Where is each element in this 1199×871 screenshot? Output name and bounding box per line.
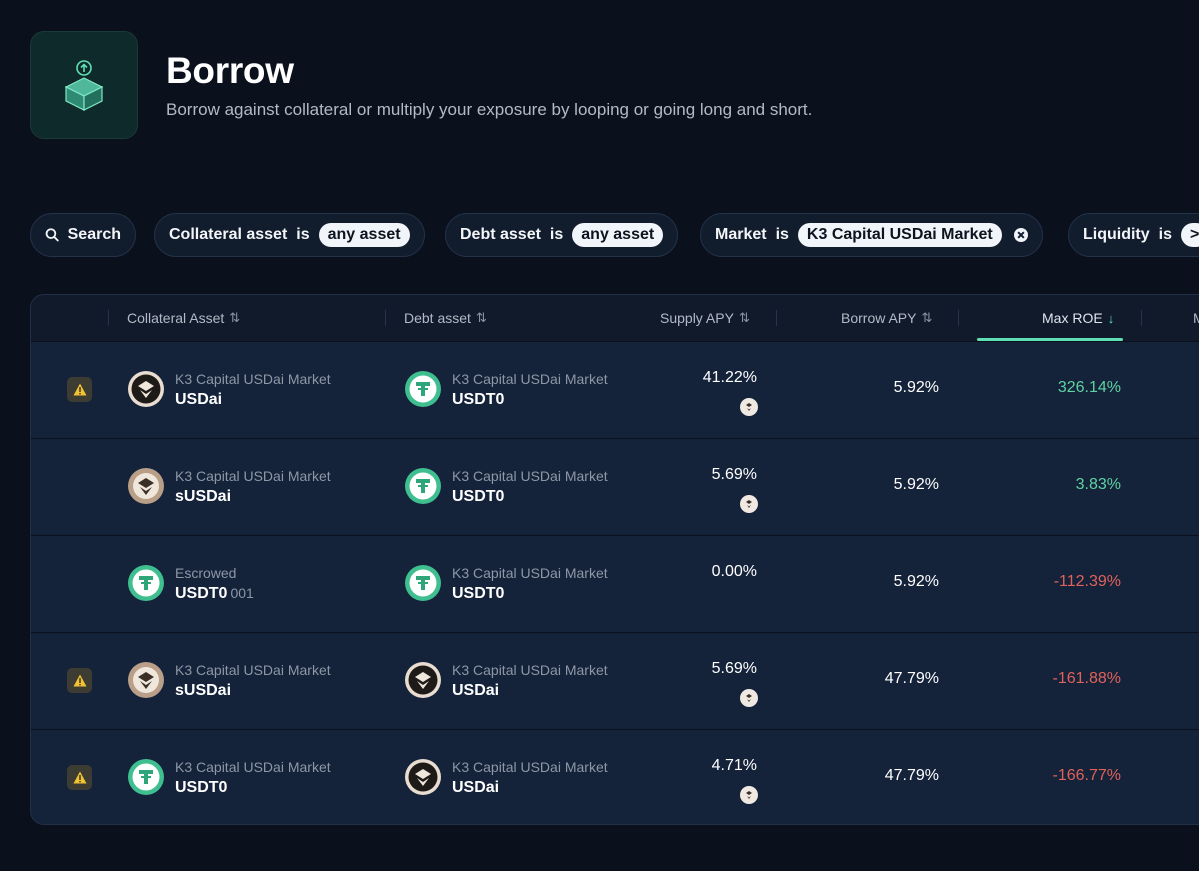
usdt0-icon — [128, 759, 164, 795]
column-next[interactable]: M — [1193, 295, 1199, 341]
max-roe: -112.39% — [1053, 573, 1121, 590]
collateral-market: K3 Capital USDai Market — [175, 662, 331, 678]
reward-token-icon[interactable] — [740, 786, 758, 804]
usdt0-icon — [405, 371, 441, 407]
borrow-page: Borrow Borrow against collateral or mult… — [0, 0, 1199, 871]
filter-operator: is — [549, 226, 564, 243]
sort-desc-icon: ↓ — [1107, 310, 1115, 326]
usdai-icon — [405, 662, 441, 698]
filter-operator: is — [1158, 226, 1172, 243]
borrow-apy: 5.92% — [893, 573, 939, 590]
sort-icon: ⇅ — [921, 310, 933, 325]
filter-value: > — [1181, 223, 1199, 247]
liquidity-filter[interactable]: Liquidity is > — [1068, 213, 1199, 257]
collateral-suffix: 001 — [230, 585, 254, 601]
filter-bar: Search Collateral asset is any asset Deb… — [30, 213, 1199, 257]
debt-market: K3 Capital USDai Market — [452, 371, 608, 387]
borrow-box-icon — [30, 31, 138, 139]
max-roe: -161.88% — [1052, 670, 1122, 687]
max-roe: 326.14% — [1057, 379, 1121, 396]
warning-icon[interactable] — [67, 765, 92, 790]
usdai-icon — [128, 371, 164, 407]
warning-icon[interactable] — [67, 668, 92, 693]
table-row[interactable]: K3 Capital USDai Market sUSDai K3 Capital … — [31, 438, 1199, 535]
debt-market: K3 Capital USDai Market — [452, 662, 608, 678]
borrow-apy: 47.79% — [884, 767, 939, 784]
sort-icon: ⇅ — [738, 310, 750, 325]
borrow-apy: 47.79% — [884, 670, 939, 687]
supply-apy: 41.22% — [702, 369, 757, 386]
collateral-symbol: sUSDai — [175, 488, 232, 505]
column-borrow-apy[interactable]: Borrow APY ⇅ — [841, 295, 932, 341]
debt-symbol: USDT0 — [452, 391, 505, 408]
debt-symbol: USDai — [452, 779, 500, 796]
usdt0-icon — [405, 468, 441, 504]
usdt0-icon — [405, 565, 441, 601]
reward-token-icon[interactable] — [740, 689, 758, 707]
collateral-market: K3 Capital USDai Market — [175, 371, 331, 387]
susdai-icon — [128, 662, 164, 698]
markets-table: Collateral Asset ⇅ Debt asset ⇅ Supply APY… — [30, 294, 1199, 825]
debt-asset-filter[interactable]: Debt asset is any asset — [445, 213, 679, 257]
debt-market: K3 Capital USDai Market — [452, 468, 608, 484]
supply-apy: 4.71% — [711, 757, 757, 774]
reward-token-icon[interactable] — [740, 495, 758, 513]
collateral-symbol: USDT0 001 — [175, 585, 254, 602]
filter-label: Debt asset — [460, 226, 541, 243]
reward-token-icon[interactable] — [740, 398, 758, 416]
filter-value: any asset — [572, 223, 664, 247]
sort-icon: ⇅ — [475, 310, 487, 325]
debt-market: K3 Capital USDai Market — [452, 565, 608, 581]
borrow-apy: 5.92% — [893, 379, 939, 396]
collateral-symbol: sUSDai — [175, 682, 232, 699]
table-row[interactable]: K3 Capital USDai Market sUSDai K3 Capital … — [31, 632, 1199, 729]
table-row[interactable]: K3 Capital USDai Market USDai K3 Capital U… — [31, 341, 1199, 438]
collateral-market: K3 Capital USDai Market — [175, 759, 331, 775]
filter-label: Collateral asset — [169, 226, 288, 243]
susdai-icon — [128, 468, 164, 504]
collateral-asset-filter[interactable]: Collateral asset is any asset — [154, 213, 425, 257]
column-debt-asset[interactable]: Debt asset ⇅ — [404, 295, 487, 341]
filter-label: Market — [715, 226, 767, 243]
debt-symbol: USDai — [452, 682, 500, 699]
debt-market: K3 Capital USDai Market — [452, 759, 608, 775]
max-roe: -166.77% — [1052, 767, 1122, 784]
search-button[interactable]: Search — [30, 213, 136, 257]
supply-apy: 5.69% — [711, 466, 757, 483]
table-header: Collateral Asset ⇅ Debt asset ⇅ Supply APY… — [31, 295, 1199, 341]
table-row[interactable]: Escrowed USDT0 001 K3 Capital USDai Market U… — [31, 535, 1199, 632]
column-max-roe[interactable]: Max ROE ↓ — [1042, 295, 1114, 341]
warning-icon[interactable] — [67, 377, 92, 402]
market-filter[interactable]: Market is K3 Capital USDai Market — [700, 213, 1043, 257]
table-row[interactable]: K3 Capital USDai Market USDT0 K3 Capital U… — [31, 729, 1199, 824]
supply-apy: 5.69% — [711, 660, 757, 677]
page-title: Borrow — [166, 50, 294, 91]
page-subtitle: Borrow against collateral or multiply yo… — [166, 100, 813, 119]
search-label: Search — [67, 226, 121, 243]
max-roe: 3.83% — [1075, 476, 1121, 493]
filter-operator: is — [296, 226, 310, 243]
usdt0-icon — [128, 565, 164, 601]
filter-value: K3 Capital USDai Market — [797, 223, 1002, 247]
column-collateral-asset[interactable]: Collateral Asset ⇅ — [127, 295, 240, 341]
filter-label: Liquidity — [1083, 226, 1150, 243]
collateral-market: Escrowed — [175, 565, 237, 581]
usdai-icon — [405, 759, 441, 795]
column-supply-apy[interactable]: Supply APY ⇅ — [660, 295, 750, 341]
collateral-market: K3 Capital USDai Market — [175, 468, 331, 484]
collateral-symbol: USDT0 — [175, 779, 228, 796]
filter-value: any asset — [318, 223, 410, 247]
clear-filter-icon[interactable] — [1013, 228, 1028, 242]
search-icon — [45, 228, 59, 242]
sort-icon: ⇅ — [229, 310, 241, 325]
collateral-symbol: USDai — [175, 391, 223, 408]
debt-symbol: USDT0 — [452, 488, 505, 505]
filter-operator: is — [775, 226, 789, 243]
borrow-apy: 5.92% — [893, 476, 939, 493]
supply-apy: 0.00% — [711, 563, 757, 580]
debt-symbol: USDT0 — [452, 585, 505, 602]
